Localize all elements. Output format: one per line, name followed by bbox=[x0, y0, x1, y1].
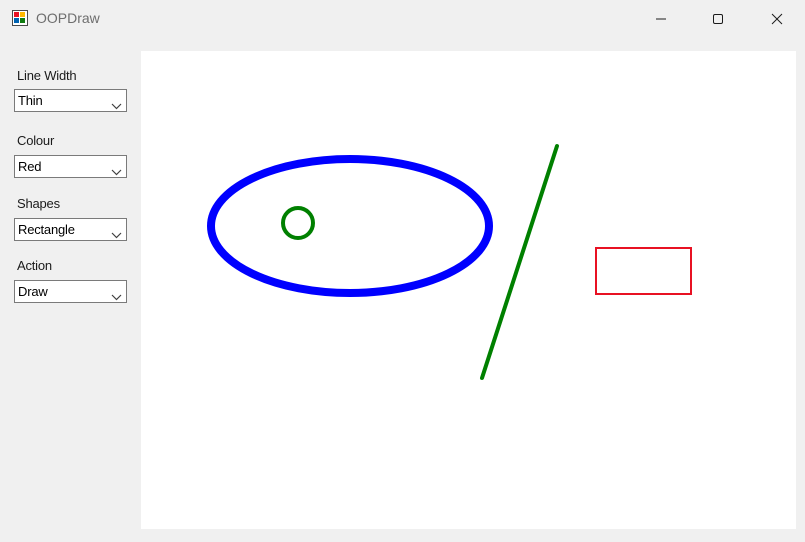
colour-dropdown[interactable]: Red bbox=[14, 155, 127, 178]
title-bar: OOPDraw bbox=[0, 0, 805, 38]
shapes-value: Rectangle bbox=[18, 222, 75, 237]
chevron-down-icon bbox=[111, 163, 122, 181]
maximize-button[interactable] bbox=[690, 0, 746, 38]
shapes-label: Shapes bbox=[17, 196, 60, 211]
app-paint-icon[interactable] bbox=[12, 10, 28, 26]
green-circle-shape bbox=[281, 206, 315, 240]
minimize-icon bbox=[656, 18, 666, 20]
close-icon bbox=[771, 13, 783, 25]
window-title: OOPDraw bbox=[36, 10, 100, 26]
green-line-shape bbox=[480, 144, 559, 380]
colour-value: Red bbox=[18, 159, 42, 174]
chevron-down-icon bbox=[111, 226, 122, 244]
line-width-value: Thin bbox=[18, 93, 43, 108]
shapes-dropdown[interactable]: Rectangle bbox=[14, 218, 127, 241]
close-button[interactable] bbox=[749, 0, 805, 38]
chevron-down-icon bbox=[111, 288, 122, 306]
action-label: Action bbox=[17, 258, 52, 273]
chevron-down-icon bbox=[111, 97, 122, 115]
line-width-label: Line Width bbox=[17, 68, 77, 83]
action-value: Draw bbox=[18, 284, 48, 299]
red-rectangle-shape bbox=[595, 247, 692, 295]
action-dropdown[interactable]: Draw bbox=[14, 280, 127, 303]
line-width-dropdown[interactable]: Thin bbox=[14, 89, 127, 112]
blue-ellipse-shape bbox=[207, 155, 493, 297]
drawing-canvas[interactable] bbox=[141, 51, 796, 529]
colour-label: Colour bbox=[17, 133, 55, 148]
maximize-icon bbox=[713, 14, 723, 24]
minimize-button[interactable] bbox=[633, 0, 689, 38]
